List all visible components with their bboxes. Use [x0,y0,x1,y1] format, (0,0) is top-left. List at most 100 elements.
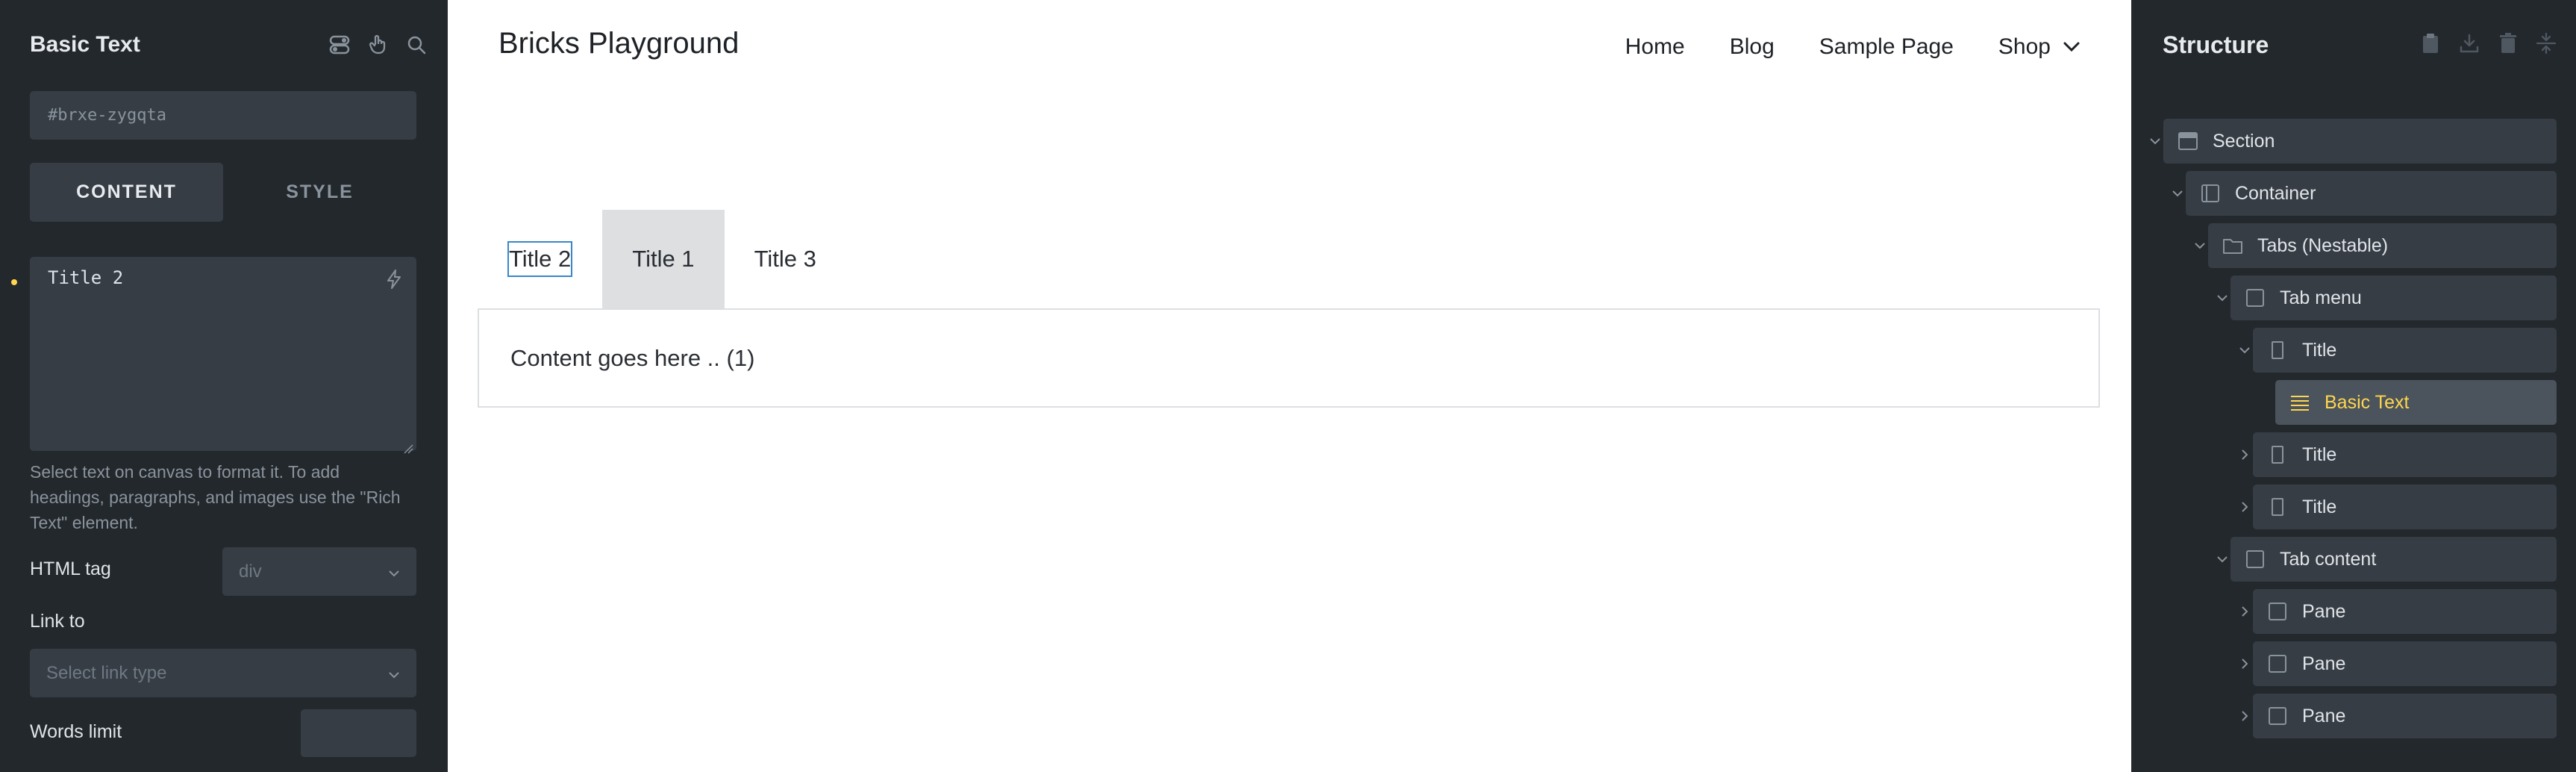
tree-item-label: Title [2302,496,2337,517]
nav-shop-label: Shop [1998,34,2051,59]
link-type-select[interactable]: Select link type [30,649,416,697]
html-tag-label: HTML tag [30,558,111,579]
text-value: Title 2 [48,267,124,288]
chevron-right-icon[interactable] [2236,446,2254,464]
chevron-down-icon[interactable] [2146,132,2164,150]
tab-content[interactable]: CONTENT [30,163,223,222]
words-limit-input[interactable] [301,709,416,757]
tab-title-2[interactable]: Title 2 [507,210,573,308]
tree-row-pane[interactable]: Pane [2131,641,2557,686]
square-icon [2266,705,2289,727]
tree-item-label: Tab content [2280,548,2377,570]
tree-row-pane[interactable]: Pane [2131,589,2557,634]
builder-canvas: Bricks Playground Home Blog Sample Page … [448,0,2131,772]
nav-shop[interactable]: Shop [1998,34,2081,60]
chevron-right-icon[interactable] [2236,707,2254,725]
dynamic-data-icon[interactable] [385,269,403,294]
section-icon [2177,130,2199,152]
tree-item-tab-content[interactable]: Tab content [2230,537,2557,582]
structure-header-icons [2421,32,2557,58]
tree-row-tab-content[interactable]: Tab content [2131,537,2557,582]
square-icon [2266,600,2289,623]
tree-item-pane[interactable]: Pane [2253,694,2557,738]
trash-icon[interactable] [2498,32,2518,58]
structure-title: Structure [2163,31,2269,58]
chevron-down-icon [388,663,400,684]
nav-home[interactable]: Home [1625,34,1685,60]
tree-item-label: Tabs (Nestable) [2257,234,2389,256]
words-limit-label: Words limit [30,721,122,742]
square-icon [2244,287,2266,309]
tree-item-label: Basic Text [2325,391,2410,413]
tab-title-text[interactable]: Title 2 [507,241,573,277]
chevron-down-icon [388,561,400,582]
tree-item-pane[interactable]: Pane [2253,641,2557,686]
css-id-input[interactable]: #brxe-zygqta [30,91,416,140]
pointer-hand-icon[interactable] [367,34,390,56]
chevron-right-icon[interactable] [2236,603,2254,620]
tree-item-section[interactable]: Section [2163,119,2557,164]
tree-item-title[interactable]: Title [2253,485,2557,529]
panel-header: Basic Text [30,27,427,63]
search-icon[interactable] [406,34,427,55]
tab-title-1[interactable]: Title 1 [602,210,725,308]
tree-item-basic-text[interactable]: Basic Text [2275,380,2557,425]
tree-item-tabs[interactable]: Tabs (Nestable) [2208,223,2557,268]
panel-title: Basic Text [30,32,140,57]
tree-item-title[interactable]: Title [2253,328,2557,373]
tree-item-label: Section [2213,130,2275,152]
chevron-down-icon[interactable] [2169,184,2186,202]
tree-item-label: Title [2302,339,2337,361]
tree-item-pane[interactable]: Pane [2253,589,2557,634]
tree-row-tab-menu[interactable]: Tab menu [2131,276,2557,320]
tree-row-basic-text[interactable]: Basic Text [2131,380,2557,425]
resize-handle-icon[interactable] [403,438,413,454]
tree-row-section[interactable]: Section [2131,119,2557,164]
html-tag-value: div [239,561,262,582]
tab-style[interactable]: STYLE [223,163,416,222]
chevron-down-icon[interactable] [2213,550,2231,568]
block-icon [2266,443,2289,466]
panel-header-icons [328,34,427,56]
tree-item-label: Container [2235,182,2316,204]
tree-item-label: Pane [2302,705,2346,726]
chevron-down-icon[interactable] [2236,341,2254,359]
tree-row-tabs[interactable]: Tabs (Nestable) [2131,223,2557,268]
html-tag-select[interactable]: div [222,547,416,596]
site-title[interactable]: Bricks Playground [498,27,739,60]
tree-item-title[interactable]: Title [2253,432,2557,477]
tree-row-title[interactable]: Title [2131,328,2557,373]
tree-row-title[interactable]: Title [2131,432,2557,477]
chevron-down-icon [2063,42,2080,52]
chevron-right-icon[interactable] [2236,655,2254,673]
download-icon[interactable] [2458,32,2480,58]
structure-panel: Structure Section Container Tabs (Nestab… [2131,0,2576,772]
container-icon [2199,182,2222,205]
collapse-icon[interactable] [2536,32,2557,58]
tree-row-pane[interactable]: Pane [2131,694,2557,738]
link-to-label: Link to [30,611,85,632]
text-editor-field[interactable]: Title 2 [30,257,416,454]
clipboard-icon[interactable] [2421,32,2440,58]
element-panel: Basic Text #brxe-zygqta CONTENT STYLE Ti… [0,0,448,772]
tab-title-3[interactable]: Title 3 [725,210,846,308]
structure-header: Structure [2163,27,2557,63]
tree-row-container[interactable]: Container [2131,171,2557,216]
square-icon [2266,653,2289,675]
tree-item-container[interactable]: Container [2186,171,2557,216]
tree-row-title[interactable]: Title [2131,485,2557,529]
tree-item-label: Pane [2302,600,2346,622]
nav-sample-page[interactable]: Sample Page [1819,34,1954,60]
link-type-placeholder: Select link type [46,662,167,683]
chevron-right-icon[interactable] [2236,498,2254,516]
tree-item-label: Pane [2302,653,2346,674]
help-text: Select text on canvas to format it. To a… [30,462,401,532]
panel-tabs: CONTENT STYLE [30,163,416,222]
chevron-down-icon[interactable] [2213,289,2231,307]
tree-item-tab-menu[interactable]: Tab menu [2230,276,2557,320]
nav-blog[interactable]: Blog [1730,34,1775,60]
main-nav: Home Blog Sample Page Shop [1625,34,2081,60]
folder-icon [2222,234,2244,257]
chevron-down-icon[interactable] [2191,237,2209,255]
toggle-icon[interactable] [328,34,351,56]
